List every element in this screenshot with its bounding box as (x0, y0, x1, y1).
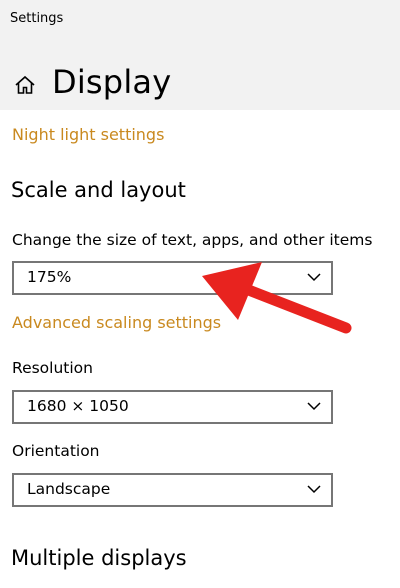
scale-dropdown-value: 175% (27, 268, 72, 286)
chevron-down-icon (307, 273, 321, 282)
resolution-dropdown-value: 1680 × 1050 (27, 397, 129, 415)
orientation-label: Orientation (12, 442, 100, 460)
header: Settings Display (0, 0, 400, 110)
chevron-down-icon (307, 402, 321, 411)
resolution-dropdown[interactable]: 1680 × 1050 (12, 390, 333, 424)
advanced-scaling-settings-link[interactable]: Advanced scaling settings (12, 313, 221, 332)
scale-and-layout-heading: Scale and layout (11, 178, 186, 202)
page-title: Display (52, 63, 172, 101)
scale-dropdown[interactable]: 175% (12, 261, 333, 295)
chevron-down-icon (307, 485, 321, 494)
app-title: Settings (10, 11, 64, 26)
scale-label: Change the size of text, apps, and other… (12, 231, 373, 249)
resolution-label: Resolution (12, 359, 93, 377)
orientation-dropdown-value: Landscape (27, 480, 111, 498)
home-icon[interactable] (14, 74, 36, 96)
orientation-dropdown[interactable]: Landscape (12, 473, 333, 507)
multiple-displays-heading: Multiple displays (11, 546, 187, 570)
night-light-settings-link[interactable]: Night light settings (12, 125, 164, 144)
